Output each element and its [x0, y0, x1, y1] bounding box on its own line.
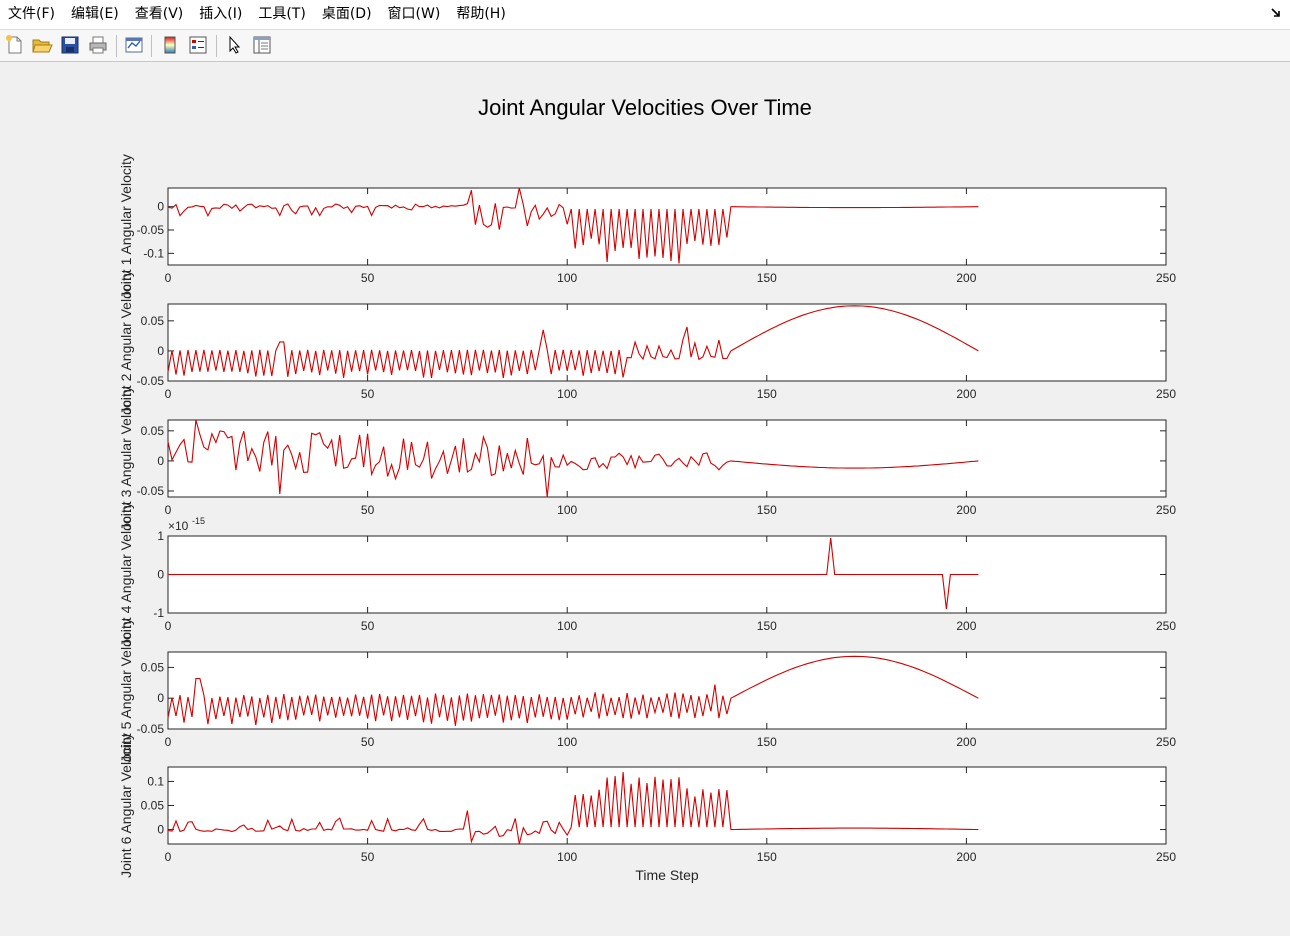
x-tick-label: 0 — [165, 387, 172, 401]
y-tick-label: 0.1 — [147, 774, 164, 788]
x-tick-label: 0 — [165, 271, 172, 285]
y-tick-label: 0 — [157, 691, 164, 705]
y-tick-label: -0.1 — [143, 246, 164, 260]
x-tick-label: 0 — [165, 850, 172, 864]
x-tick-label: 200 — [956, 735, 976, 749]
colorbar-icon[interactable] — [159, 34, 181, 56]
x-tick-label: 250 — [1156, 387, 1176, 401]
x-tick-label: 150 — [757, 619, 777, 633]
x-tick-label: 100 — [557, 850, 577, 864]
axes-box-2 — [167, 303, 1167, 382]
x-tick-label: 200 — [956, 503, 976, 517]
print-icon[interactable] — [87, 34, 109, 56]
y-tick-label: 0.05 — [141, 424, 165, 438]
x-axis-label: Time Step — [635, 867, 698, 883]
x-tick-label: 200 — [956, 387, 976, 401]
x-tick-label: 250 — [1156, 850, 1176, 864]
x-tick-label: 50 — [361, 619, 375, 633]
subplots-svg: 0 50 100 150 200 2500-0.05-0.1Joint 1 Angular… — [118, 154, 1176, 883]
dock-arrow-icon[interactable] — [1270, 7, 1282, 19]
menu-help[interactable]: 帮助(H) — [448, 0, 513, 29]
menu-window[interactable]: 窗口(W) — [380, 0, 449, 29]
toolbar-separator — [216, 35, 217, 57]
x-tick-label: 150 — [757, 850, 777, 864]
property-inspector-icon[interactable] — [251, 34, 273, 56]
x-tick-label: 250 — [1156, 735, 1176, 749]
menu-tools[interactable]: 工具(T) — [250, 0, 313, 29]
axes-box-6 — [167, 766, 1167, 845]
axes-box-3 — [167, 419, 1167, 498]
open-folder-icon[interactable] — [31, 34, 53, 56]
x-tick-label: 0 — [165, 619, 172, 633]
x-tick-label: 100 — [557, 387, 577, 401]
y-exponent-power: -15 — [192, 516, 205, 526]
y-exponent-label: ×10 — [168, 519, 189, 533]
x-tick-label: 50 — [361, 850, 375, 864]
menu-view[interactable]: 查看(V) — [127, 0, 192, 29]
y-tick-label: 0.05 — [141, 314, 165, 328]
y-tick-label: -1 — [153, 606, 164, 620]
x-tick-label: 150 — [757, 503, 777, 517]
legend-icon[interactable] — [187, 34, 209, 56]
x-tick-label: 0 — [165, 735, 172, 749]
y-tick-label: 0.05 — [141, 799, 165, 813]
new-file-icon[interactable] — [4, 34, 26, 56]
menu-desktop[interactable]: 桌面(D) — [314, 0, 380, 29]
x-tick-label: 100 — [557, 271, 577, 285]
x-tick-label: 50 — [361, 387, 375, 401]
figure-canvas: Joint Angular Velocities Over Time 0 50 10… — [0, 62, 1290, 936]
y-tick-label: 0 — [157, 568, 164, 582]
toolbar-separator — [151, 35, 152, 57]
menu-file[interactable]: 文件(F) — [0, 0, 63, 29]
y-tick-label: 0.05 — [141, 660, 165, 674]
x-tick-label: 250 — [1156, 619, 1176, 633]
x-tick-label: 0 — [165, 503, 172, 517]
x-tick-label: 150 — [757, 735, 777, 749]
x-tick-label: 50 — [361, 503, 375, 517]
y-tick-label: 0 — [157, 454, 164, 468]
y-tick-label: 1 — [157, 529, 164, 543]
x-tick-label: 200 — [956, 850, 976, 864]
y-tick-label: -0.05 — [137, 484, 165, 498]
menu-edit[interactable]: 编辑(E) — [63, 0, 127, 29]
y-tick-label: 0 — [157, 344, 164, 358]
x-tick-label: 50 — [361, 735, 375, 749]
x-tick-label: 250 — [1156, 271, 1176, 285]
x-tick-label: 100 — [557, 619, 577, 633]
x-tick-label: 200 — [956, 271, 976, 285]
x-tick-label: 150 — [757, 271, 777, 285]
y-tick-label: 0 — [157, 200, 164, 214]
x-tick-label: 200 — [956, 619, 976, 633]
x-tick-label: 100 — [557, 503, 577, 517]
y-tick-label: -0.05 — [137, 722, 165, 736]
x-tick-label: 100 — [557, 735, 577, 749]
axes-box-1 — [167, 187, 1167, 266]
menu-insert[interactable]: 插入(I) — [191, 0, 250, 29]
y-axis-label: Joint 6 Angular Velocity — [118, 733, 134, 878]
x-tick-label: 50 — [361, 271, 375, 285]
link-plot-icon[interactable] — [123, 34, 145, 56]
y-tick-label: -0.05 — [137, 374, 165, 388]
pointer-icon[interactable] — [224, 34, 246, 56]
figure-toolbar — [0, 30, 1290, 62]
x-tick-label: 250 — [1156, 503, 1176, 517]
y-tick-label: 0 — [157, 823, 164, 837]
save-icon[interactable] — [59, 34, 81, 56]
y-tick-label: -0.05 — [137, 223, 165, 237]
axes-box-5 — [167, 651, 1167, 730]
menu-bar: 文件(F) 编辑(E) 查看(V) 插入(I) 工具(T) 桌面(D) 窗口(W… — [0, 0, 1290, 30]
toolbar-separator — [116, 35, 117, 57]
x-tick-label: 150 — [757, 387, 777, 401]
